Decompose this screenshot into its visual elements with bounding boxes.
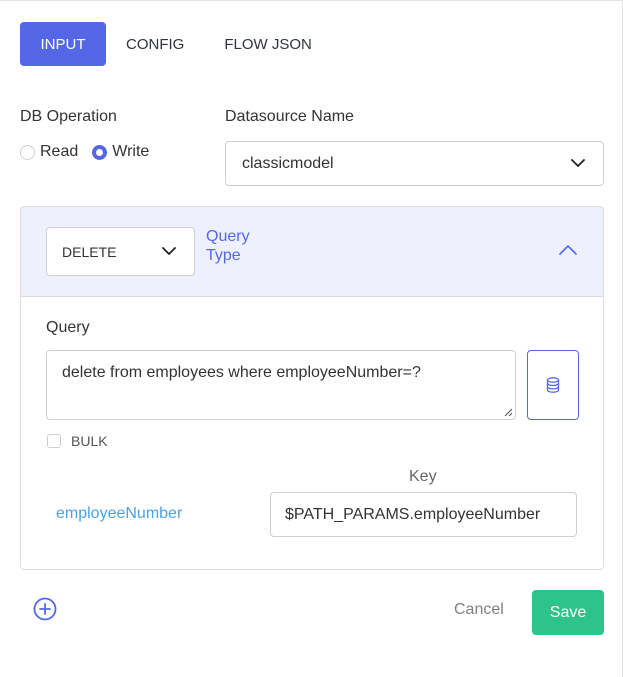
bulk-checkbox[interactable]	[47, 434, 61, 448]
query-card: DELETE Query Type Query delete from empl…	[20, 206, 604, 570]
query-card-header: DELETE Query Type	[21, 207, 603, 297]
chevron-down-icon	[571, 159, 585, 167]
tab-bar: INPUT CONFIG FLOW JSON	[20, 22, 332, 66]
flow-node-editor: INPUT CONFIG FLOW JSON DB Operation Read…	[0, 0, 623, 677]
database-icon	[546, 377, 560, 393]
tab-input[interactable]: INPUT	[20, 22, 106, 66]
query-type-label: Query Type	[206, 227, 250, 265]
db-operation-label: DB Operation	[20, 108, 117, 125]
query-label: Query	[46, 319, 90, 336]
tab-config[interactable]: CONFIG	[106, 22, 204, 66]
datasource-value: classicmodel	[242, 154, 334, 172]
chevron-up-icon[interactable]	[559, 244, 577, 255]
radio-write[interactable]: Write	[92, 143, 149, 161]
query-text: delete from employees where employeeNumb…	[62, 364, 421, 381]
radio-read-circle[interactable]	[20, 144, 35, 160]
radio-write-circle[interactable]	[92, 144, 108, 160]
datasource-label: Datasource Name	[225, 108, 354, 125]
query-type-label-line2: Type	[206, 247, 241, 264]
bulk-option: BULK	[47, 433, 108, 449]
datasource-select[interactable]: classicmodel	[225, 141, 604, 186]
chevron-down-icon	[162, 247, 176, 255]
cancel-button[interactable]: Cancel	[454, 601, 504, 619]
query-type-select[interactable]: DELETE	[46, 227, 195, 276]
query-type-label-line1: Query	[206, 228, 250, 245]
param-name: employeeNumber	[56, 505, 183, 522]
database-button[interactable]	[527, 350, 579, 420]
query-textarea[interactable]: delete from employees where employeeNumb…	[46, 350, 516, 420]
db-operation-radio-group: Read Write	[20, 143, 163, 161]
tab-flow-json[interactable]: FLOW JSON	[204, 22, 332, 66]
resize-handle-icon[interactable]	[504, 408, 513, 417]
query-type-value: DELETE	[62, 243, 117, 260]
key-column-header: Key	[409, 468, 437, 485]
radio-read[interactable]: Read	[20, 143, 78, 161]
param-key-input[interactable]: $PATH_PARAMS.employeeNumber	[270, 492, 577, 537]
save-button[interactable]: Save	[532, 590, 604, 635]
radio-write-label: Write	[112, 143, 150, 160]
add-circle-icon[interactable]	[33, 597, 57, 621]
radio-read-label: Read	[40, 143, 79, 160]
param-key-value: $PATH_PARAMS.employeeNumber	[285, 505, 541, 523]
bulk-label: BULK	[71, 433, 108, 449]
